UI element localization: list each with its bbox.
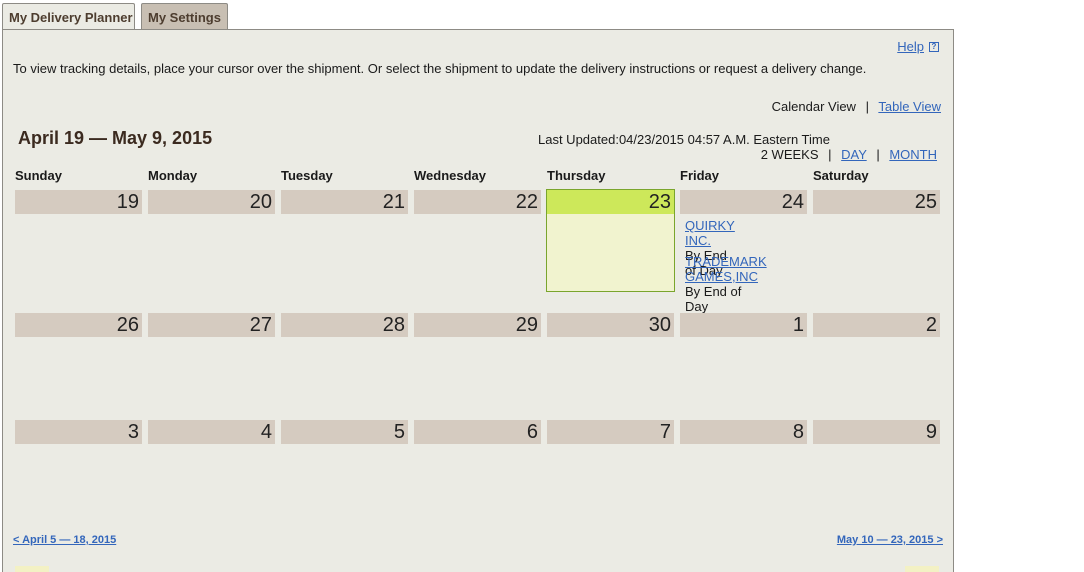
next-period-link[interactable]: May 10 — 23, 2015 > xyxy=(837,534,943,546)
day-header-thursday: Thursday xyxy=(547,168,606,183)
period-separator: | xyxy=(828,147,832,162)
shipment-link-trademark[interactable]: TRADEMARK xyxy=(685,254,767,269)
day-header-friday: Friday xyxy=(680,168,720,183)
shipment-item[interactable]: TRADEMARK GAMES,INC By End of Day xyxy=(685,254,767,314)
shipment-link-trademark[interactable]: GAMES,INC xyxy=(685,269,767,284)
day-header-tuesday: Tuesday xyxy=(281,168,333,183)
day-cell[interactable]: 29 xyxy=(414,313,541,337)
instructions-text: To view tracking details, place your cur… xyxy=(13,61,867,76)
day-cell[interactable]: 4 xyxy=(148,420,275,444)
day-cell[interactable]: 9 xyxy=(813,420,940,444)
today-cell-body[interactable] xyxy=(546,214,675,292)
day-cell[interactable]: 21 xyxy=(281,190,408,214)
shipment-link-quirky[interactable]: QUIRKY INC. xyxy=(685,218,735,248)
today-day-cell[interactable]: 23 xyxy=(546,189,675,214)
day-view-link[interactable]: DAY xyxy=(841,147,867,162)
day-cell[interactable]: 1 xyxy=(680,313,807,337)
tab-my-settings[interactable]: My Settings xyxy=(141,3,228,30)
day-cell[interactable]: 28 xyxy=(281,313,408,337)
day-header-wednesday: Wednesday xyxy=(414,168,487,183)
table-view-link[interactable]: Table View xyxy=(878,99,941,114)
last-updated-text: Last Updated:04/23/2015 04:57 A.M. Easte… xyxy=(538,132,830,147)
planner-panel: Help ? To view tracking details, place y… xyxy=(2,29,954,572)
footer-marker xyxy=(905,566,939,572)
day-cell[interactable]: 30 xyxy=(547,313,674,337)
help-link[interactable]: Help xyxy=(897,39,924,54)
day-header-monday: Monday xyxy=(148,168,198,183)
view-switcher: Calendar View | Table View xyxy=(772,99,941,114)
help-question-icon[interactable]: ? xyxy=(929,41,939,52)
calendar-view-label: Calendar View xyxy=(771,99,856,114)
day-cell[interactable]: 26 xyxy=(15,313,142,337)
day-cell[interactable]: 5 xyxy=(281,420,408,444)
day-header-sunday: Sunday xyxy=(15,168,62,183)
two-weeks-label: 2 WEEKS xyxy=(760,147,819,162)
day-cell[interactable]: 24 xyxy=(680,190,807,214)
period-switcher: 2 WEEKS | DAY | MONTH xyxy=(761,147,937,162)
day-cell[interactable]: 19 xyxy=(15,190,142,214)
shipment-eta: By End of Day xyxy=(685,284,742,314)
footer-marker xyxy=(15,566,49,572)
tab-my-delivery-planner[interactable]: My Delivery Planner xyxy=(2,3,135,31)
day-cell[interactable]: 20 xyxy=(148,190,275,214)
previous-period-link[interactable]: < April 5 — 18, 2015 xyxy=(13,534,116,546)
period-separator: | xyxy=(876,147,880,162)
view-separator: | xyxy=(865,99,869,114)
day-cell[interactable]: 6 xyxy=(414,420,541,444)
month-view-link[interactable]: MONTH xyxy=(889,147,937,162)
day-cell[interactable]: 25 xyxy=(813,190,940,214)
day-cell[interactable]: 2 xyxy=(813,313,940,337)
help-link-group[interactable]: Help ? xyxy=(897,39,939,54)
day-cell[interactable]: 22 xyxy=(414,190,541,214)
day-cell[interactable]: 8 xyxy=(680,420,807,444)
day-cell[interactable]: 7 xyxy=(547,420,674,444)
day-header-saturday: Saturday xyxy=(813,168,869,183)
day-cell[interactable]: 3 xyxy=(15,420,142,444)
day-cell[interactable]: 27 xyxy=(148,313,275,337)
date-range-title: April 19 — May 9, 2015 xyxy=(18,128,213,148)
